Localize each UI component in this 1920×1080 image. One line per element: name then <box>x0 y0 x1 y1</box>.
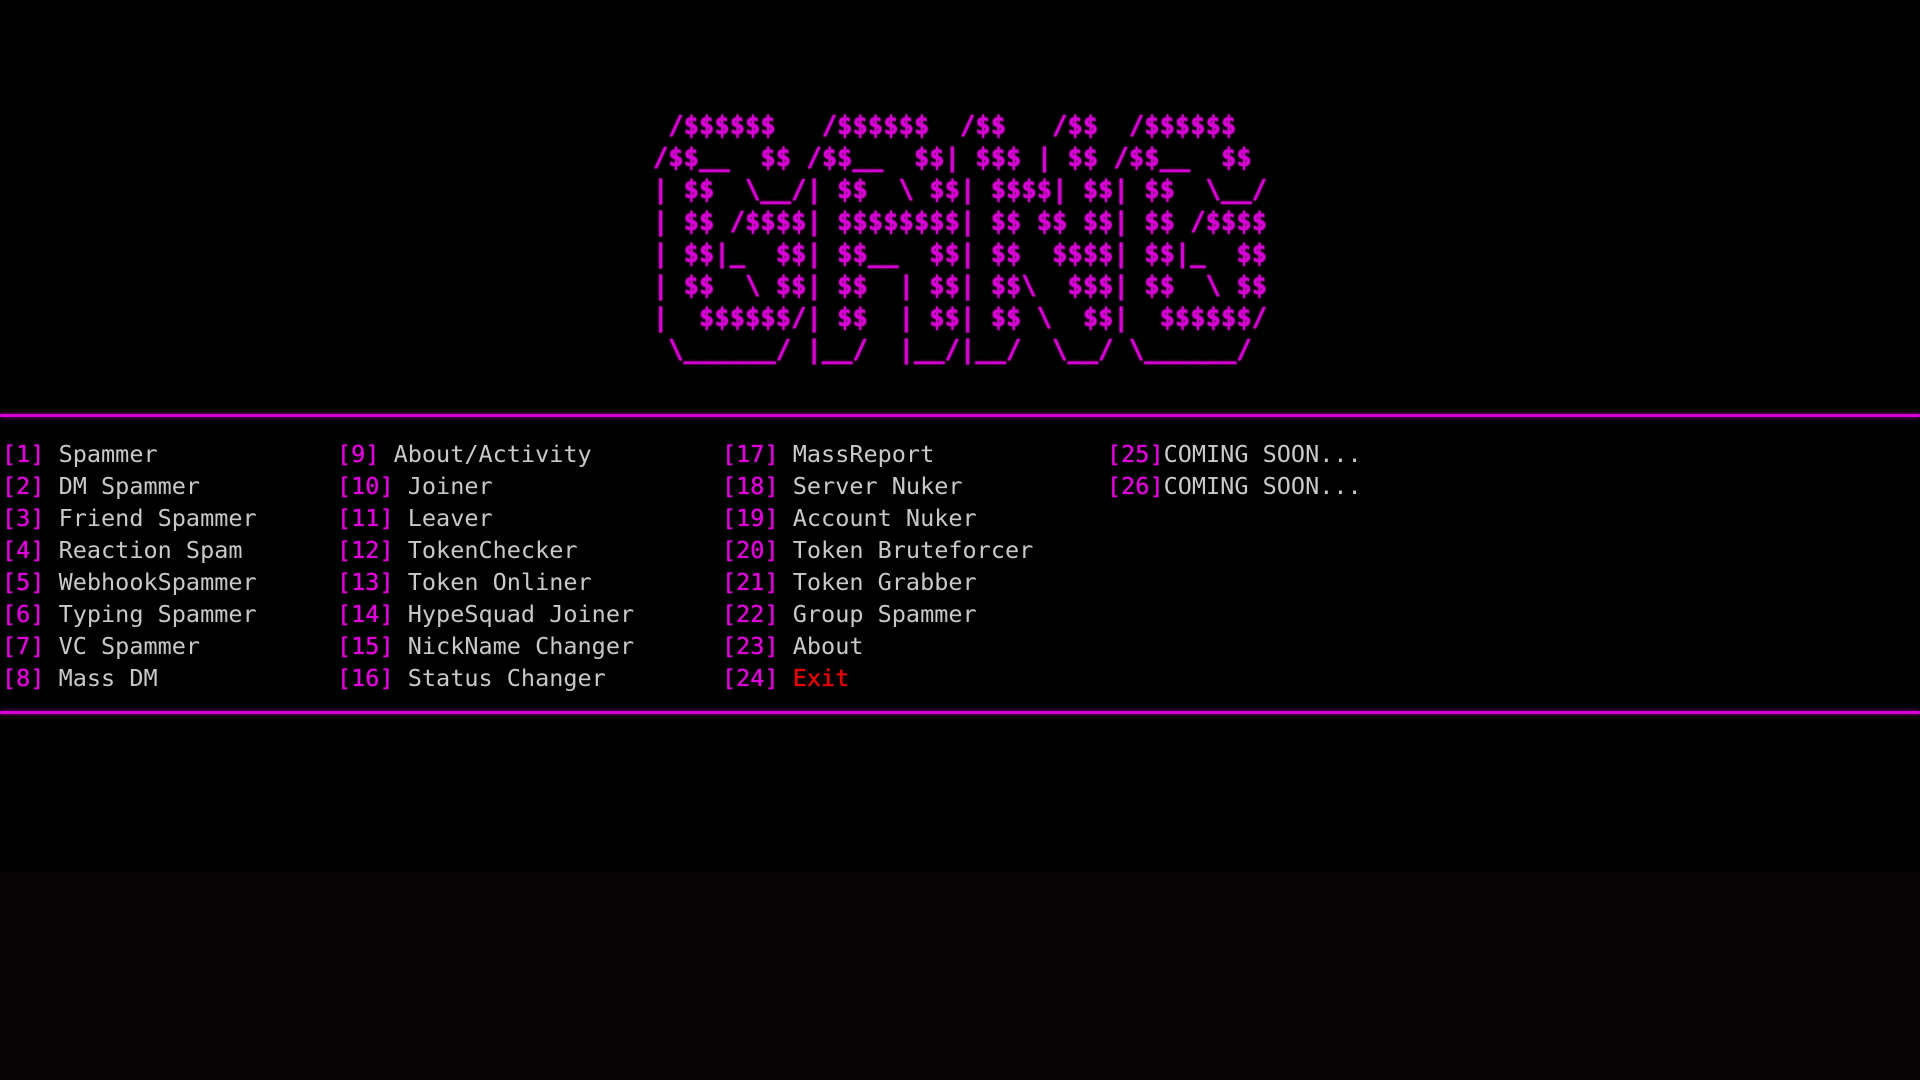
menu-column-3: [17] MassReport [18] Server Nuker [19] Acc… <box>722 438 1033 694</box>
menu-item-key: [1] <box>2 440 59 468</box>
menu-item-label: Reaction Spam <box>58 536 243 564</box>
menu-item-label: Group Spammer <box>792 600 977 628</box>
menu-item-hypesquad-joiner[interactable]: [14] HypeSquad Joiner <box>337 598 634 630</box>
menu-item-token-onliner[interactable]: [13] Token Onliner <box>337 566 634 598</box>
menu-item-label: DM Spammer <box>58 472 201 500</box>
menu-item-mass-dm[interactable]: [8] Mass DM <box>2 662 257 694</box>
menu-item-key: [14] <box>337 600 408 628</box>
menu-column-2: [9] About/Activity [10] Joiner [11] Leaver… <box>337 438 634 694</box>
menu-item-coming-soon[interactable]: [25] COMING SOON... <box>1107 438 1362 470</box>
menu-item-about[interactable]: [23] About <box>722 630 1033 662</box>
terminal-screen: /$$$$$$ /$$$$$$ /$$ /$$ /$$$$$$ /$$__ $$… <box>0 0 1920 1080</box>
menu-item-label: Account Nuker <box>792 504 977 532</box>
divider-top <box>0 414 1920 417</box>
menu-item-key: [6] <box>2 600 59 628</box>
menu-item-label: Server Nuker <box>792 472 963 500</box>
menu-item-label: Mass DM <box>58 664 158 692</box>
menu-item-label: VC Spammer <box>58 632 201 660</box>
menu-item-label: HypeSquad Joiner <box>407 600 635 628</box>
menu-column-1: [1] Spammer [2] DM Spammer [3] Friend Spam… <box>2 438 257 694</box>
menu-item-label: About/Activity <box>393 440 592 468</box>
menu-item-key: [25] <box>1107 440 1164 468</box>
menu-item-key: [23] <box>722 632 793 660</box>
menu-item-key: [19] <box>722 504 793 532</box>
menu-item-key: [15] <box>337 632 408 660</box>
menu-item-key: [12] <box>337 536 408 564</box>
menu-item-key: [16] <box>337 664 408 692</box>
menu-item-label: TokenChecker <box>407 536 578 564</box>
divider-bottom <box>0 711 1920 714</box>
menu-item-label: COMING SOON... <box>1163 472 1362 500</box>
ascii-art-banner: /$$$$$$ /$$$$$$ /$$ /$$ /$$$$$$ /$$__ $$… <box>0 110 1920 366</box>
menu-item-key: [3] <box>2 504 59 532</box>
menu-item-label: Token Bruteforcer <box>792 536 1034 564</box>
menu-item-nickname-changer[interactable]: [15] NickName Changer <box>337 630 634 662</box>
menu-item-typing-spammer[interactable]: [6] Typing Spammer <box>2 598 257 630</box>
menu-item-token-grabber[interactable]: [21] Token Grabber <box>722 566 1033 598</box>
menu-item-label: COMING SOON... <box>1163 440 1362 468</box>
menu-item-key: [4] <box>2 536 59 564</box>
menu-item-vc-spammer[interactable]: [7] VC Spammer <box>2 630 257 662</box>
menu-item-label: About <box>792 632 864 660</box>
main-menu: [1] Spammer [2] DM Spammer [3] Friend Spam… <box>0 438 1920 703</box>
menu-item-tokenchecker[interactable]: [12] TokenChecker <box>337 534 634 566</box>
menu-item-key: [11] <box>337 504 408 532</box>
menu-item-key: [20] <box>722 536 793 564</box>
menu-item-key: [13] <box>337 568 408 596</box>
menu-item-label: Spammer <box>58 440 158 468</box>
menu-item-status-changer[interactable]: [16] Status Changer <box>337 662 634 694</box>
menu-item-key: [7] <box>2 632 59 660</box>
menu-item-label: Token Onliner <box>407 568 592 596</box>
menu-item-label: Friend Spammer <box>58 504 257 532</box>
menu-item-label: Status Changer <box>407 664 606 692</box>
console-lower-region <box>0 872 1920 1080</box>
menu-item-massreport[interactable]: [17] MassReport <box>722 438 1033 470</box>
menu-item-key: [26] <box>1107 472 1164 500</box>
banner-ascii-text: /$$$$$$ /$$$$$$ /$$ /$$ /$$$$$$ /$$__ $$… <box>652 111 1268 365</box>
menu-item-label: NickName Changer <box>407 632 635 660</box>
menu-item-dm-spammer[interactable]: [2] DM Spammer <box>2 470 257 502</box>
menu-item-label: Token Grabber <box>792 568 977 596</box>
menu-item-key: [22] <box>722 600 793 628</box>
menu-item-key: [2] <box>2 472 59 500</box>
menu-item-label: Typing Spammer <box>58 600 257 628</box>
menu-item-label: Joiner <box>407 472 493 500</box>
menu-item-coming-soon[interactable]: [26] COMING SOON... <box>1107 470 1362 502</box>
menu-column-4: [25] COMING SOON... [26] COMING SOON... <box>1107 438 1362 502</box>
menu-item-label: MassReport <box>792 440 935 468</box>
menu-item-label: Leaver <box>407 504 493 532</box>
menu-item-about-activity[interactable]: [9] About/Activity <box>337 438 634 470</box>
menu-item-leaver[interactable]: [11] Leaver <box>337 502 634 534</box>
menu-item-token-bruteforcer[interactable]: [20] Token Bruteforcer <box>722 534 1033 566</box>
menu-item-key: [17] <box>722 440 793 468</box>
menu-item-reaction-spam[interactable]: [4] Reaction Spam <box>2 534 257 566</box>
menu-item-account-nuker[interactable]: [19] Account Nuker <box>722 502 1033 534</box>
menu-item-key: [24] <box>722 664 793 692</box>
menu-item-server-nuker[interactable]: [18] Server Nuker <box>722 470 1033 502</box>
menu-item-key: [10] <box>337 472 408 500</box>
menu-item-exit[interactable]: [24] Exit <box>722 662 1033 694</box>
menu-item-label: WebhookSpammer <box>58 568 257 596</box>
menu-item-webhookspammer[interactable]: [5] WebhookSpammer <box>2 566 257 598</box>
menu-item-key: [5] <box>2 568 59 596</box>
menu-item-key: [18] <box>722 472 793 500</box>
menu-item-joiner[interactable]: [10] Joiner <box>337 470 634 502</box>
menu-item-friend-spammer[interactable]: [3] Friend Spammer <box>2 502 257 534</box>
menu-item-key: [8] <box>2 664 59 692</box>
menu-item-group-spammer[interactable]: [22] Group Spammer <box>722 598 1033 630</box>
menu-item-key: [21] <box>722 568 793 596</box>
menu-item-key: [9] <box>337 440 394 468</box>
menu-item-label: Exit <box>792 664 850 692</box>
menu-item-spammer[interactable]: [1] Spammer <box>2 438 257 470</box>
